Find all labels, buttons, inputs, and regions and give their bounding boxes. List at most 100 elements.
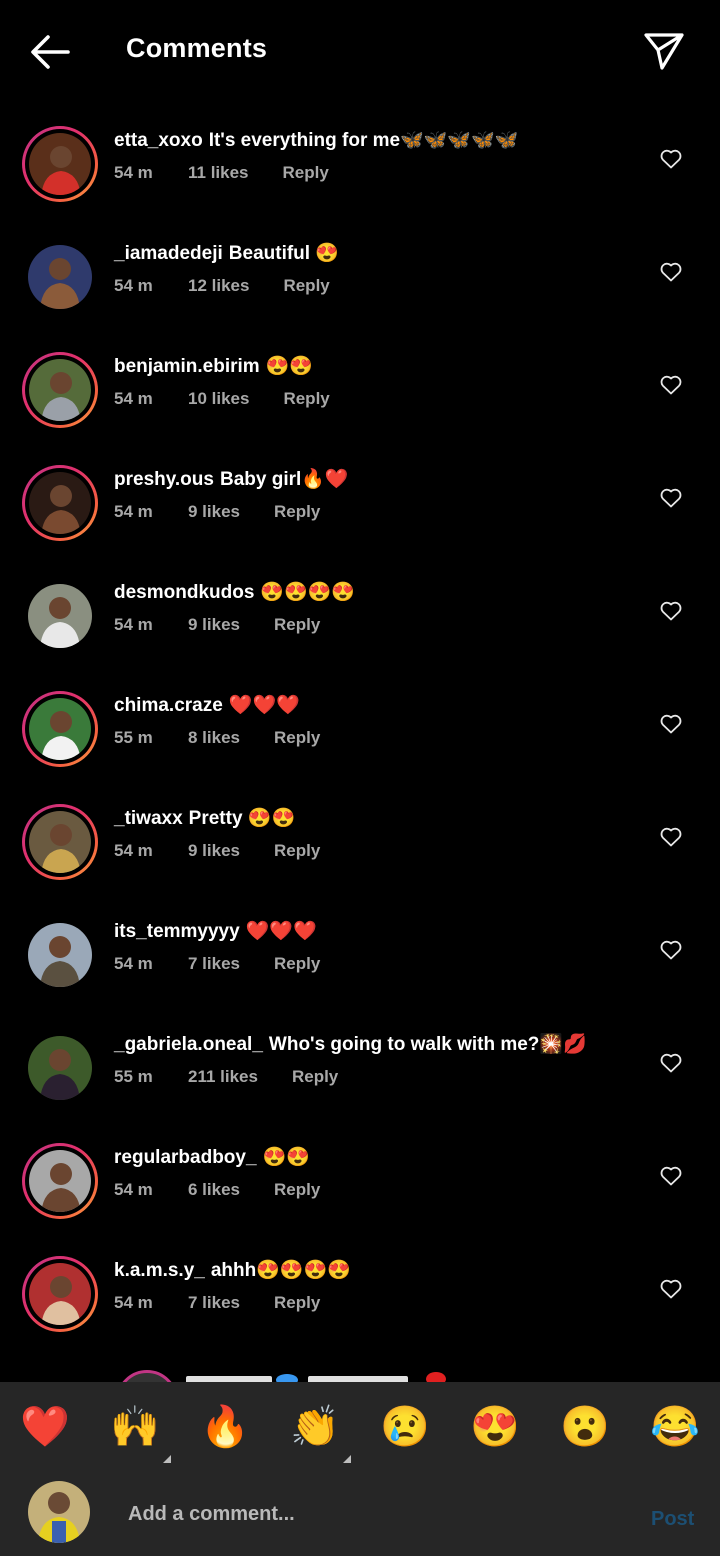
comment-username[interactable]: desmondkudos xyxy=(114,582,254,603)
comment-likes-count[interactable]: 8 likes xyxy=(188,728,240,748)
comment-item[interactable]: k.a.m.s.y_ ahhh😍😍😍😍 54 m 7 likes Reply xyxy=(0,1256,720,1369)
reply-button[interactable]: Reply xyxy=(274,615,320,635)
comment-username[interactable]: etta_xoxo xyxy=(114,130,203,151)
reply-button[interactable]: Reply xyxy=(292,1067,338,1087)
comment-meta: 54 m 10 likes Reply xyxy=(114,389,330,409)
heart-icon[interactable] xyxy=(660,488,682,508)
reaction-emoji-button[interactable]: 😮 xyxy=(559,1401,611,1453)
reply-button[interactable]: Reply xyxy=(283,389,329,409)
heart-icon[interactable] xyxy=(660,1279,682,1299)
commenter-avatar[interactable] xyxy=(22,465,98,541)
comment-item[interactable]: desmondkudos 😍😍😍😍 54 m 9 likes Reply xyxy=(0,578,720,691)
comment-likes-count[interactable]: 7 likes xyxy=(188,1293,240,1313)
comment-item[interactable]: chima.craze ❤️❤️❤️ 55 m 8 likes Reply xyxy=(0,691,720,804)
reaction-emoji-button[interactable]: 😂 xyxy=(649,1401,701,1453)
comment-item[interactable]: benjamin.ebirim 😍😍 54 m 10 likes Reply xyxy=(0,352,720,465)
commenter-avatar[interactable] xyxy=(22,1030,98,1106)
comment-username[interactable]: chima.craze xyxy=(114,695,223,716)
reply-button[interactable]: Reply xyxy=(274,728,320,748)
reaction-emoji: ❤️ xyxy=(20,1405,70,1449)
heart-icon[interactable] xyxy=(660,1166,682,1186)
reply-button[interactable]: Reply xyxy=(283,163,329,183)
reply-button[interactable]: Reply xyxy=(274,841,320,861)
heart-icon[interactable] xyxy=(660,940,682,960)
commenter-avatar[interactable] xyxy=(22,1256,98,1332)
reaction-emoji: 👏 xyxy=(290,1405,340,1449)
comment-likes-count[interactable]: 9 likes xyxy=(188,615,240,635)
comment-likes-count[interactable]: 12 likes xyxy=(188,276,249,296)
reaction-emoji-button[interactable]: ❤️ xyxy=(19,1401,71,1453)
send-icon[interactable] xyxy=(642,30,686,72)
comments-list[interactable]: etta_xoxo It's everything for me🦋🦋🦋🦋🦋 54 … xyxy=(0,104,720,1382)
reaction-emoji-button[interactable]: 🔥 xyxy=(199,1401,251,1453)
heart-icon[interactable] xyxy=(660,714,682,734)
comment-username[interactable]: _iamadedeji xyxy=(114,243,223,264)
reaction-emoji: 😂 xyxy=(650,1405,700,1449)
reply-button[interactable]: Reply xyxy=(274,954,320,974)
heart-icon[interactable] xyxy=(660,601,682,621)
reaction-emoji-button[interactable]: 🙌 xyxy=(109,1401,171,1463)
comment-likes-count[interactable]: 9 likes xyxy=(188,502,240,522)
commenter-avatar[interactable] xyxy=(22,1143,98,1219)
reaction-emoji-button[interactable]: 😍 xyxy=(469,1401,521,1453)
commenter-avatar[interactable] xyxy=(22,126,98,202)
comment-username[interactable]: its_temmyyyy xyxy=(114,921,240,942)
comment-timestamp: 54 m xyxy=(114,1180,153,1199)
reply-button[interactable]: Reply xyxy=(274,502,320,522)
commenter-avatar[interactable] xyxy=(22,352,98,428)
comment-username[interactable]: _gabriela.oneal_ xyxy=(114,1034,263,1055)
comment-timestamp: 54 m xyxy=(114,163,153,182)
comment-timestamp: 54 m xyxy=(114,841,153,860)
commenter-avatar[interactable] xyxy=(22,239,98,315)
heart-icon[interactable] xyxy=(660,1053,682,1073)
arrow-left-icon[interactable] xyxy=(28,32,72,72)
comment-body: It's everything for me🦋🦋🦋🦋🦋 xyxy=(208,130,519,151)
comment-item[interactable]: _iamadedeji Beautiful 😍 54 m 12 likes Reply xyxy=(0,239,720,352)
reaction-emoji-button[interactable]: 👏 xyxy=(289,1401,351,1463)
comment-item[interactable]: preshy.ous Baby girl🔥❤️ 54 m 9 likes Reply xyxy=(0,465,720,578)
heart-icon[interactable] xyxy=(660,149,682,169)
commenter-avatar[interactable] xyxy=(22,917,98,993)
page-title: Comments xyxy=(126,33,268,63)
comment-meta: 54 m 11 likes Reply xyxy=(114,163,329,183)
commenter-avatar[interactable] xyxy=(22,804,98,880)
heart-icon[interactable] xyxy=(660,375,682,395)
comment-text-line: _iamadedeji Beautiful 😍 xyxy=(114,241,339,265)
comment-likes-count[interactable]: 11 likes xyxy=(188,163,249,183)
comment-likes-count[interactable]: 7 likes xyxy=(188,954,240,974)
comment-likes-count[interactable]: 211 likes xyxy=(188,1067,258,1087)
comment-username[interactable]: _tiwaxx xyxy=(114,808,183,829)
comment-username[interactable]: preshy.ous xyxy=(114,469,214,490)
commenter-avatar[interactable] xyxy=(22,578,98,654)
comment-item[interactable]: _tiwaxx Pretty 😍😍 54 m 9 likes Reply xyxy=(0,804,720,917)
comment-username[interactable]: benjamin.ebirim xyxy=(114,356,260,377)
comment-likes-count[interactable]: 9 likes xyxy=(188,841,240,861)
comment-item[interactable]: etta_xoxo It's everything for me🦋🦋🦋🦋🦋 54 … xyxy=(0,126,720,239)
comment-likes-count[interactable]: 10 likes xyxy=(188,389,249,409)
comment-likes-count[interactable]: 6 likes xyxy=(188,1180,240,1200)
reply-button[interactable]: Reply xyxy=(283,276,329,296)
comment-timestamp: 54 m xyxy=(114,276,153,295)
reply-button[interactable]: Reply xyxy=(274,1293,320,1313)
heart-icon[interactable] xyxy=(660,262,682,282)
commenter-avatar[interactable] xyxy=(22,691,98,767)
comment-meta: 54 m 6 likes Reply xyxy=(114,1180,320,1200)
comment-item[interactable]: its_temmyyyy ❤️❤️❤️ 54 m 7 likes Reply xyxy=(0,917,720,1030)
comment-item[interactable]: _gabriela.oneal_ Who's going to walk with… xyxy=(0,1030,720,1143)
post-button[interactable]: Post xyxy=(651,1508,694,1531)
reaction-emoji: 😮 xyxy=(560,1405,610,1449)
reply-button[interactable]: Reply xyxy=(274,1180,320,1200)
comment-timestamp: 54 m xyxy=(114,954,153,973)
reaction-emoji: 🔥 xyxy=(200,1405,250,1449)
comment-item[interactable]: regularbadboy_ 😍😍 54 m 6 likes Reply xyxy=(0,1143,720,1256)
comment-body: ahhh😍😍😍😍 xyxy=(210,1260,351,1281)
emoji-reaction-bar: ❤️ 🙌 🔥 👏 😢 😍 😮 😂 xyxy=(0,1382,720,1472)
comment-composer: Post xyxy=(0,1472,720,1556)
comment-username[interactable]: k.a.m.s.y_ xyxy=(114,1260,205,1281)
comment-username[interactable]: regularbadboy_ xyxy=(114,1147,257,1168)
heart-icon[interactable] xyxy=(660,827,682,847)
comment-meta: 54 m 9 likes Reply xyxy=(114,502,320,522)
comment-input[interactable] xyxy=(126,1498,610,1530)
reaction-emoji-button[interactable]: 😢 xyxy=(379,1401,431,1453)
comment-text-line: _gabriela.oneal_ Who's going to walk with… xyxy=(114,1032,587,1056)
